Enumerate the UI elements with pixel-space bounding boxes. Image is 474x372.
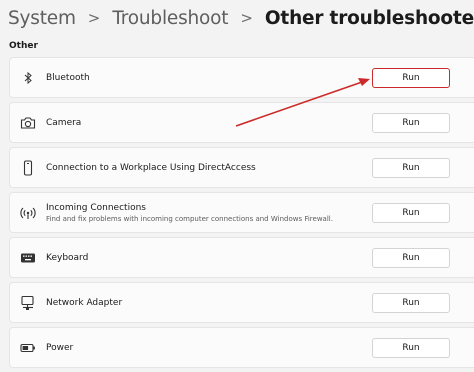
- troubleshooter-description: Find and fix problems with incoming comp…: [46, 214, 333, 223]
- run-camera-button[interactable]: Run: [372, 112, 450, 133]
- run-incoming-connections-button[interactable]: Run: [372, 202, 450, 223]
- troubleshooter-title: Power: [46, 342, 74, 353]
- troubleshooter-title: Incoming Connections: [46, 202, 146, 213]
- section-heading-other: Other: [9, 41, 38, 51]
- troubleshooter-title: Bluetooth: [46, 72, 90, 83]
- troubleshooter-power: Power Run: [9, 327, 474, 368]
- phone-device-icon: [20, 159, 36, 176]
- network-adapter-icon: [20, 295, 36, 311]
- bluetooth-icon: [20, 70, 36, 86]
- run-network-adapter-button[interactable]: Run: [372, 292, 450, 313]
- troubleshooter-incoming-connections: Incoming Connections Find and fix proble…: [9, 192, 474, 233]
- chevron-right-icon: >: [240, 9, 253, 27]
- breadcrumb: System > Troubleshoot > Other troublesho…: [8, 4, 474, 32]
- troubleshooter-keyboard: Keyboard Run: [9, 237, 474, 278]
- troubleshooter-directaccess: Connection to a Workplace Using DirectAc…: [9, 147, 474, 188]
- troubleshooter-title: Camera: [46, 117, 82, 128]
- troubleshooter-network-adapter: Network Adapter Run: [9, 282, 474, 323]
- run-power-button[interactable]: Run: [372, 337, 450, 358]
- troubleshooter-title: Network Adapter: [46, 297, 123, 308]
- troubleshooter-title: Keyboard: [46, 252, 89, 263]
- troubleshooter-bluetooth: Bluetooth Run: [9, 57, 474, 98]
- breadcrumb-troubleshoot[interactable]: Troubleshoot: [112, 8, 228, 29]
- wireless-signal-icon: [20, 205, 36, 221]
- run-directaccess-button[interactable]: Run: [372, 157, 450, 178]
- keyboard-icon: [20, 250, 36, 266]
- troubleshooter-camera: Camera Run: [9, 102, 474, 143]
- page-title: Other troubleshooters: [264, 7, 474, 29]
- battery-icon: [20, 340, 36, 356]
- run-keyboard-button[interactable]: Run: [372, 247, 450, 268]
- run-bluetooth-button[interactable]: Run: [372, 67, 450, 88]
- troubleshooter-title: Connection to a Workplace Using DirectAc…: [46, 162, 256, 173]
- troubleshooter-list: Bluetooth Run Camera Run Connection to a…: [9, 57, 474, 372]
- chevron-right-icon: >: [87, 9, 101, 27]
- breadcrumb-system[interactable]: System: [8, 8, 76, 29]
- camera-icon: [20, 115, 36, 131]
